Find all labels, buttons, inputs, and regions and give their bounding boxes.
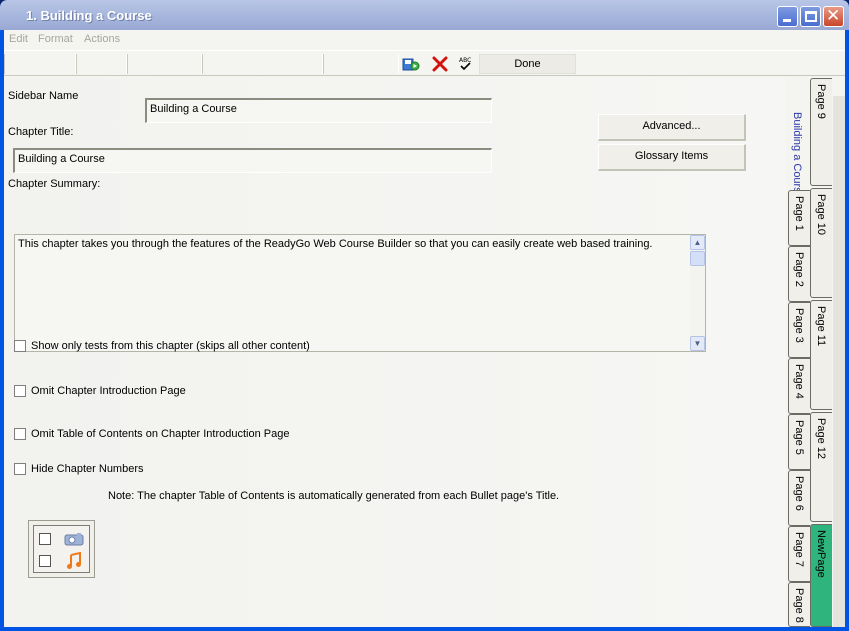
omit-toc-label: Omit Table of Contents on Chapter Introd… <box>31 428 290 440</box>
toc-note: Note: The chapter Table of Contents is a… <box>108 490 560 502</box>
chapter-editor: Sidebar Name Building a Course Advanced.… <box>4 78 786 627</box>
omit-toc-checkbox[interactable] <box>14 428 26 440</box>
chapter-summary-textarea[interactable]: This chapter takes you through the featu… <box>14 234 706 352</box>
title-bar[interactable]: 1. Building a Course ✕ <box>0 0 849 30</box>
delete-icon[interactable] <box>431 55 449 73</box>
minimize-button[interactable] <box>777 6 798 27</box>
chapter-summary-label: Chapter Summary: <box>8 178 101 190</box>
close-icon: ✕ <box>826 6 841 26</box>
chapter-summary-text: This chapter takes you through the featu… <box>18 238 653 250</box>
tab-page-1[interactable]: Page 1 <box>788 190 810 246</box>
tab-page-12[interactable]: Page 12 <box>810 412 832 522</box>
tab-page-7[interactable]: Page 7 <box>788 526 810 582</box>
omit-intro-page-label: Omit Chapter Introduction Page <box>31 385 186 397</box>
sidebar-name-label: Sidebar Name <box>8 90 79 102</box>
chapter-title-label: Chapter Title: <box>8 126 74 138</box>
camera-icon <box>64 533 84 546</box>
sidebar-name-input[interactable]: Building a Course <box>145 98 492 123</box>
maximize-button[interactable] <box>800 6 821 27</box>
hide-chapter-numbers-checkbox[interactable] <box>14 463 26 475</box>
done-button[interactable]: Done <box>479 54 576 74</box>
toolbar-slot <box>202 54 323 74</box>
toolbar-slot <box>4 54 76 74</box>
scroll-thumb[interactable] <box>690 251 705 266</box>
show-only-tests-checkbox[interactable] <box>14 340 26 352</box>
tab-page-8[interactable]: Page 8 <box>788 582 810 627</box>
menu-edit[interactable]: Edit <box>9 33 28 45</box>
spell-check-icon[interactable]: ABC <box>456 55 474 73</box>
tab-page-3[interactable]: Page 3 <box>788 302 810 358</box>
client-area: Edit Format Actions ABC Done Sidebar Nam… <box>4 30 845 627</box>
tab-newpage[interactable]: NewPage <box>810 524 832 627</box>
toolbar-slot <box>323 54 399 74</box>
save-run-icon[interactable] <box>402 55 420 73</box>
scroll-down-icon[interactable]: ▼ <box>690 336 705 351</box>
tab-page-2[interactable]: Page 2 <box>788 246 810 302</box>
tab-strip-scrollbar[interactable] <box>833 96 845 627</box>
menu-format[interactable]: Format <box>38 33 73 45</box>
scroll-up-icon[interactable]: ▲ <box>690 235 705 250</box>
omit-intro-page-checkbox[interactable] <box>14 385 26 397</box>
hide-chapter-numbers-label: Hide Chapter Numbers <box>31 463 144 475</box>
maximize-icon <box>805 11 817 22</box>
minimize-icon <box>783 19 791 22</box>
chapter-title-input[interactable]: Building a Course <box>13 148 492 173</box>
menu-actions[interactable]: Actions <box>84 33 120 45</box>
course-title-vertical: Building a Course <box>791 112 803 199</box>
glossary-items-button[interactable]: Glossary Items <box>598 144 746 171</box>
preview-checkbox-icon <box>39 533 51 545</box>
advanced-button[interactable]: Advanced... <box>598 114 746 141</box>
menu-bar: Edit Format Actions <box>4 30 845 49</box>
tab-page-10[interactable]: Page 10 <box>810 188 832 298</box>
tab-page-4[interactable]: Page 4 <box>788 358 810 414</box>
show-only-tests-label: Show only tests from this chapter (skips… <box>31 340 310 352</box>
toolbar-slot <box>76 54 127 74</box>
window-title: 1. Building a Course <box>26 8 152 23</box>
close-button[interactable]: ✕ <box>823 6 844 27</box>
tab-page-9[interactable]: Page 9 <box>810 78 832 186</box>
chapter-icon-preview <box>28 520 95 578</box>
music-note-icon <box>67 552 81 569</box>
toolbar: ABC Done <box>4 50 845 76</box>
summary-scrollbar[interactable]: ▲ ▼ <box>690 235 705 351</box>
tab-page-6[interactable]: Page 6 <box>788 470 810 526</box>
toolbar-slot <box>127 54 202 74</box>
app-window: 1. Building a Course ✕ Edit Format Actio… <box>0 0 849 631</box>
tab-page-5[interactable]: Page 5 <box>788 414 810 470</box>
preview-checkbox-icon <box>39 555 51 567</box>
tab-page-11[interactable]: Page 11 <box>810 300 832 410</box>
